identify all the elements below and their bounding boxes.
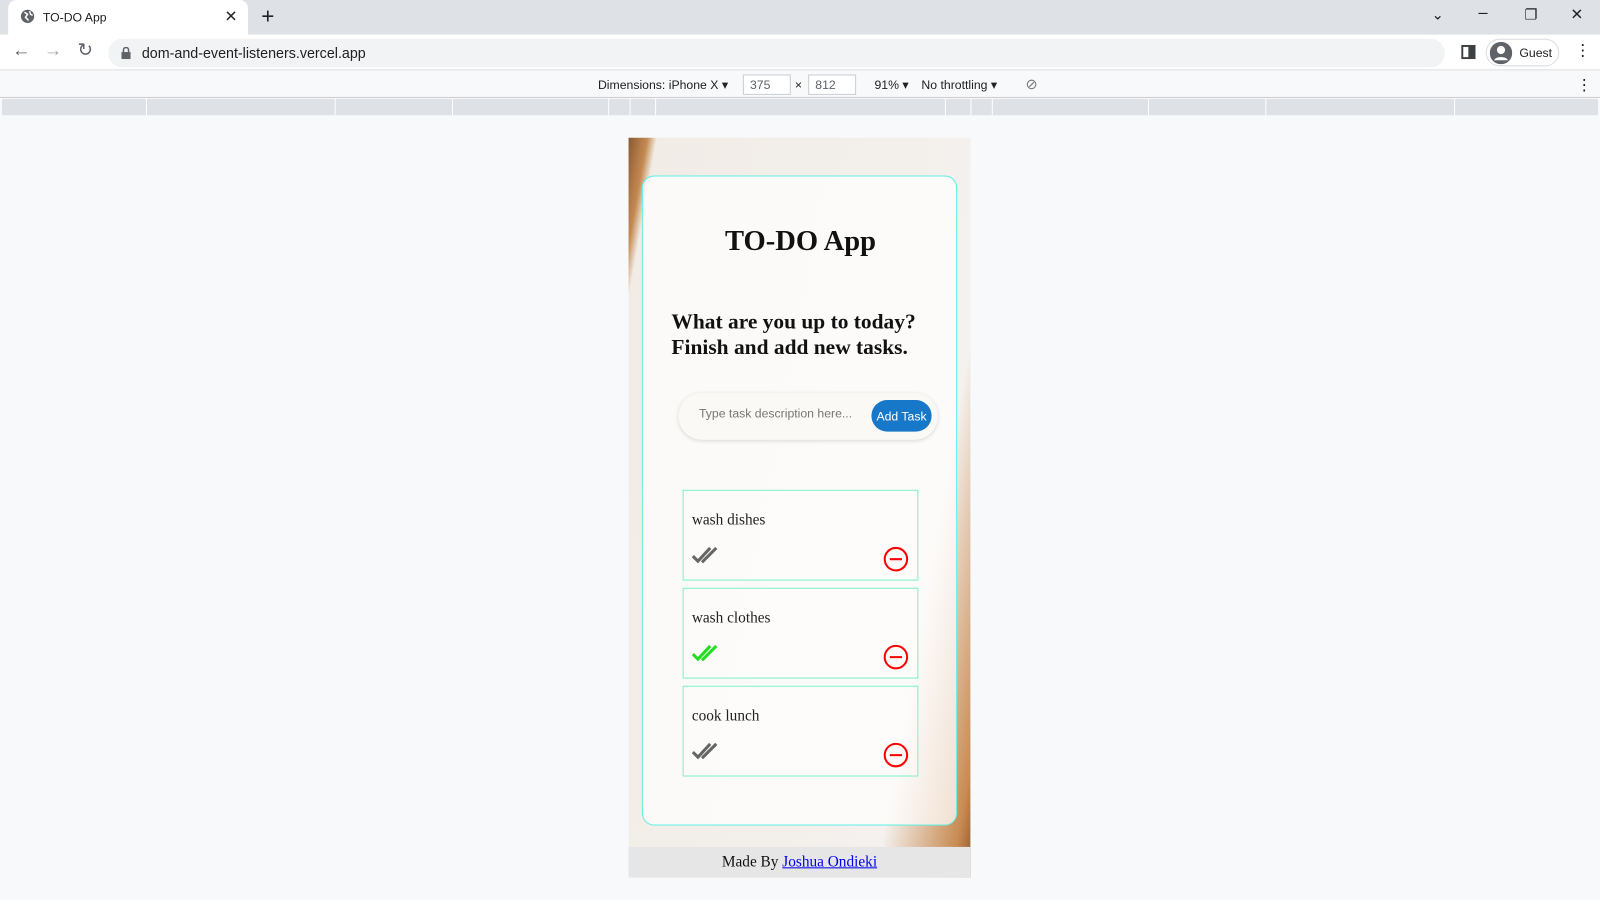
footer: Made By Joshua Ondieki: [628, 846, 971, 878]
task-item: wash clothes: [682, 587, 919, 679]
app-subtitle: What are you up to today? Finish and add…: [671, 309, 916, 360]
restore-button[interactable]: ❐: [1524, 6, 1537, 23]
close-tab-icon[interactable]: ✕: [224, 7, 237, 25]
task-description: wash dishes: [691, 512, 766, 529]
globe-icon: [20, 9, 35, 23]
new-tab-button[interactable]: +: [261, 3, 274, 30]
menu-icon[interactable]: ⋮: [1574, 41, 1590, 61]
side-panel-icon[interactable]: [1461, 44, 1476, 60]
double-check-icon[interactable]: [691, 545, 721, 565]
author-link[interactable]: Joshua Ondieki: [782, 854, 877, 870]
reload-button[interactable]: ↻: [78, 40, 93, 61]
dimensions-select[interactable]: Dimensions: iPhone X ▾: [598, 78, 728, 92]
task-item: wash dishes: [682, 489, 919, 581]
media-query-bar[interactable]: [2, 98, 1598, 116]
task-item: cook lunch: [682, 685, 919, 777]
profile-name: Guest: [1519, 45, 1553, 61]
browser-toolbar: ← → ↻ dom-and-event-listeners.vercel.app…: [0, 34, 1600, 71]
tab-strip: TO-DO App ✕ + ⌄ – ❐ ✕: [0, 0, 1600, 35]
more-options-icon[interactable]: ⋮: [1577, 76, 1592, 94]
throttling-select[interactable]: No throttling ▾: [921, 78, 997, 92]
avatar-icon: [1489, 41, 1513, 65]
close-window-button[interactable]: ✕: [1570, 5, 1583, 23]
add-task-button[interactable]: Add Task: [871, 399, 932, 432]
tab-search-icon[interactable]: ⌄: [1432, 6, 1444, 23]
times-sign: ×: [794, 77, 803, 92]
height-input[interactable]: 812: [808, 74, 857, 95]
remove-icon[interactable]: [883, 742, 910, 769]
remove-icon[interactable]: [883, 644, 910, 671]
app-title: TO-DO App: [724, 225, 877, 258]
url-text: dom-and-event-listeners.vercel.app: [141, 44, 366, 62]
double-check-icon[interactable]: [691, 643, 721, 663]
device-toolbar: Dimensions: iPhone X ▾ 375 × 812 91% ▾ N…: [0, 71, 1600, 98]
address-bar[interactable]: dom-and-event-listeners.vercel.app: [108, 38, 1445, 68]
profile-button[interactable]: Guest: [1485, 38, 1560, 67]
throttling-value: No throttling: [921, 77, 988, 92]
add-task-form: Add Task: [678, 392, 938, 440]
footer-text: Made By: [721, 854, 779, 871]
lock-icon: [121, 46, 131, 60]
zoom-value: 91%: [874, 77, 900, 92]
tab-todo-app[interactable]: TO-DO App ✕: [8, 0, 248, 35]
zoom-select[interactable]: 91% ▾: [874, 78, 908, 92]
task-description: wash clothes: [691, 610, 771, 627]
double-check-icon[interactable]: [691, 741, 721, 761]
todo-card: TO-DO App What are you up to today? Fini…: [641, 175, 958, 826]
minimize-button[interactable]: –: [1479, 4, 1488, 22]
task-input[interactable]: [698, 406, 863, 421]
remove-icon[interactable]: [883, 546, 910, 573]
dimensions-label: Dimensions: iPhone X: [597, 77, 719, 92]
task-description: cook lunch: [691, 708, 760, 725]
back-button[interactable]: ←: [12, 40, 30, 61]
rotate-icon[interactable]: ⊘: [1026, 76, 1038, 93]
width-input[interactable]: 375: [742, 74, 791, 95]
forward-button[interactable]: →: [44, 40, 62, 61]
tab-title: TO-DO App: [42, 10, 107, 25]
device-viewport: TO-DO App What are you up to today? Fini…: [628, 137, 971, 878]
